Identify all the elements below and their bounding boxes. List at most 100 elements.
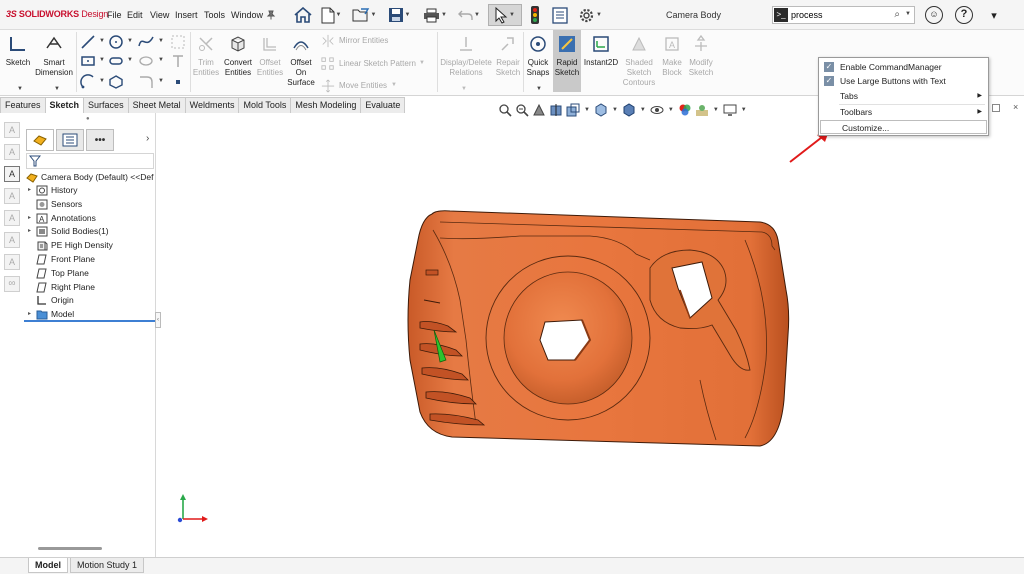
feature-manager-tab[interactable] <box>26 129 54 151</box>
hide-show-items-icon[interactable] <box>650 103 664 117</box>
repair-sketch-button[interactable]: Repair Sketch <box>494 34 522 78</box>
chevron-down-icon[interactable]: ▼ <box>158 57 164 63</box>
tree-item-origin[interactable]: Origin <box>28 294 74 307</box>
quick-snaps-button[interactable]: Quick Snaps <box>525 34 551 78</box>
solidworks-logo[interactable]: 3S SOLIDWORKS Design <box>6 9 108 19</box>
menu-tools[interactable]: Tools <box>204 10 225 20</box>
chevron-down-icon[interactable]: ▼ <box>905 11 911 17</box>
polygon-icon[interactable] <box>108 74 124 90</box>
tab-features[interactable]: Features <box>0 97 46 113</box>
tree-item-front-plane[interactable]: Front Plane <box>28 253 95 266</box>
linear-sketch-pattern-label[interactable]: Linear Sketch Pattern <box>339 59 416 68</box>
menu-file[interactable]: File <box>107 10 122 20</box>
offset-entities-button[interactable]: Offset Entities <box>255 34 285 78</box>
mirror-entities-icon[interactable] <box>321 34 335 48</box>
smart-dimension-button[interactable]: Smart Dimension <box>34 34 74 78</box>
tree-item-solid-bodies[interactable]: ▸ Solid Bodies(1) <box>28 225 109 238</box>
tab-model[interactable]: Model <box>28 558 68 573</box>
save-button[interactable]: ▼ <box>385 4 413 26</box>
property-manager-tab[interactable] <box>56 129 84 151</box>
chevron-down-icon[interactable]: ▼ <box>509 12 515 18</box>
surface-finish-icon[interactable]: A <box>4 188 20 204</box>
geometric-tolerance-icon[interactable]: A <box>4 254 20 270</box>
print-button[interactable]: ▼ <box>421 4 449 26</box>
chevron-down-icon[interactable]: ▼ <box>371 12 377 18</box>
expand-arrow-icon[interactable]: ▸ <box>28 184 36 197</box>
chevron-down-icon[interactable]: ▼ <box>158 78 164 84</box>
move-entities-label[interactable]: Move Entities <box>339 81 387 90</box>
ellipse-icon[interactable] <box>138 53 154 69</box>
move-entities-icon[interactable] <box>321 79 335 93</box>
rapid-sketch-button[interactable]: Rapid Sketch <box>553 30 581 92</box>
chevron-down-icon[interactable]: ▼ <box>99 78 105 84</box>
chevron-down-icon[interactable]: ▼ <box>536 86 542 92</box>
auto-balloon-icon[interactable]: A <box>4 166 20 182</box>
chevron-down-icon[interactable]: ▼ <box>99 38 105 44</box>
tree-item-annotations[interactable]: ▸ A Annotations <box>28 212 96 225</box>
menu-edit[interactable]: Edit <box>127 10 143 20</box>
viewport-restore-icon[interactable] <box>992 104 1000 112</box>
rectangle-icon[interactable] <box>80 53 96 69</box>
menu-item-toolbars[interactable]: Toolbars ▶ <box>819 105 988 119</box>
tree-item-top-plane[interactable]: Top Plane <box>28 267 89 280</box>
menu-view[interactable]: View <box>150 10 169 20</box>
search-box[interactable]: >_ ⌕ ▼ <box>772 6 915 24</box>
menu-item-customize[interactable]: Customize... <box>820 120 987 134</box>
view-orientation-icon[interactable] <box>594 103 608 117</box>
view-settings-icon[interactable] <box>723 103 737 117</box>
previous-view-icon[interactable] <box>532 103 546 117</box>
pin-icon[interactable] <box>265 4 277 26</box>
slot-icon[interactable] <box>108 53 124 69</box>
chevron-down-icon[interactable]: ▼ <box>391 82 397 88</box>
menu-window[interactable]: Window <box>231 10 263 20</box>
tree-item-sensors[interactable]: Sensors <box>28 198 82 211</box>
text-icon[interactable] <box>170 53 186 69</box>
rebuild-traffic-light-icon[interactable] <box>528 4 542 26</box>
home-icon[interactable] <box>292 4 314 26</box>
shaded-sketch-contours-button[interactable]: Shaded Sketch Contours <box>622 34 656 88</box>
panel-expand-chevron-icon[interactable]: › <box>146 133 149 144</box>
chevron-down-icon[interactable]: ▼ <box>584 107 590 113</box>
rollback-bar[interactable] <box>24 320 156 322</box>
tab-motion-study-1[interactable]: Motion Study 1 <box>70 558 145 573</box>
tab-sketch[interactable]: Sketch <box>44 97 85 113</box>
tree-item-right-plane[interactable]: Right Plane <box>28 281 95 294</box>
chevron-down-icon[interactable]: ▼ <box>127 57 133 63</box>
tree-root[interactable]: Camera Body (Default) <<Def <box>26 171 153 184</box>
open-document-button[interactable]: ▼ <box>350 4 378 26</box>
expand-arrow-icon[interactable]: ▸ <box>28 225 36 238</box>
new-document-button[interactable]: ▼ <box>318 4 344 26</box>
help-icon[interactable]: ? <box>955 6 973 24</box>
balloon-icon[interactable]: A <box>4 144 20 160</box>
search-icon[interactable]: ⌕ <box>894 9 900 20</box>
tree-item-history[interactable]: ▸ History <box>28 184 77 197</box>
circle-icon[interactable] <box>108 34 124 50</box>
note-icon[interactable]: A <box>4 122 20 138</box>
chevron-down-icon[interactable]: ▼ <box>474 12 480 18</box>
expand-arrow-icon[interactable]: ▸ <box>28 212 36 225</box>
tree-filter[interactable] <box>26 153 154 169</box>
tree-item-material[interactable]: PE High Density <box>28 239 113 252</box>
chevron-down-icon[interactable]: ▼ <box>54 86 60 92</box>
offset-on-surface-button[interactable]: Offset On Surface <box>287 34 315 88</box>
chevron-down-icon[interactable]: ▼ <box>419 60 425 66</box>
linear-sketch-pattern-icon[interactable] <box>321 57 335 71</box>
chevron-down-icon[interactable]: ▼ <box>668 107 674 113</box>
search-input[interactable] <box>791 8 886 22</box>
dynamic-annotation-views-icon[interactable] <box>566 103 580 117</box>
undo-button[interactable]: ▼ <box>456 4 482 26</box>
weld-symbol-icon[interactable]: A <box>4 210 20 226</box>
display-style-icon[interactable] <box>622 103 636 117</box>
panel-grip-icon[interactable]: ● <box>86 116 90 122</box>
menu-item-enable-commandmanager[interactable]: ✓ Enable CommandManager <box>819 60 988 74</box>
chevron-down-icon[interactable]: ▼ <box>713 107 719 113</box>
modify-sketch-button[interactable]: Modify Sketch <box>686 34 716 78</box>
chevron-down-icon[interactable]: ▼ <box>596 12 602 18</box>
fillet-icon[interactable] <box>138 74 154 90</box>
tab-surfaces[interactable]: Surfaces <box>83 97 129 113</box>
zoom-to-area-icon[interactable] <box>515 103 529 117</box>
instant2d-button[interactable]: Instant2D <box>583 34 619 68</box>
select-button[interactable]: ▼ <box>488 4 522 26</box>
more-panels-tab[interactable]: ••• <box>86 129 114 151</box>
datum-feature-icon[interactable]: A <box>4 232 20 248</box>
